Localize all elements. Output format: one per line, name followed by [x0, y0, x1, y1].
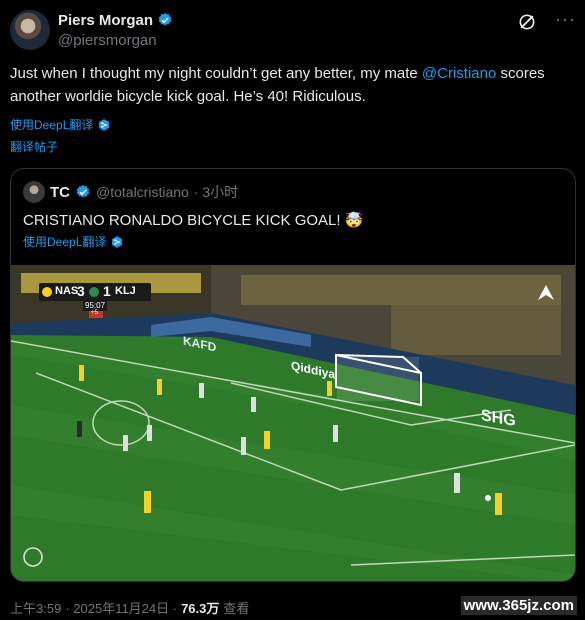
- added-time: +5: [91, 310, 98, 316]
- score-away-team: KLJ: [115, 285, 136, 297]
- author-avatar[interactable]: [10, 10, 50, 50]
- quote-deepl-translate-link[interactable]: 使用DeepL翻译: [23, 233, 124, 250]
- score-away: 1: [103, 283, 111, 299]
- deepl-icon: [99, 118, 110, 131]
- post-text-before: Just when I thought my night couldn’t ge…: [10, 65, 422, 82]
- translate-post-link[interactable]: 翻译帖子: [10, 138, 58, 155]
- post-footer: 上午3:59 · 2025年11月24日 · 76.3万 查看: [10, 598, 249, 617]
- score-home-team: NAS: [55, 285, 79, 297]
- mention-link[interactable]: @Cristiano: [422, 65, 496, 82]
- quoted-post[interactable]: TC @totalcristiano · 3小时 CRISTIANO RONAL…: [10, 168, 576, 582]
- deepl-icon: [112, 235, 123, 248]
- views-label: 查看: [223, 601, 250, 616]
- more-options-icon[interactable]: ···: [555, 10, 575, 32]
- watermark: www.365jz.com: [460, 596, 577, 615]
- match-clock: 95:07: [85, 301, 106, 310]
- quote-avatar: [23, 181, 45, 203]
- video-player[interactable]: NAS 3 1 KLJ 95:07 +5 KAFD Qiddiya SHG: [11, 265, 575, 581]
- post-text: Just when I thought my night couldn’t ge…: [10, 62, 575, 108]
- post-header: Piers Morgan @piersmorgan ···: [10, 8, 575, 52]
- views-count: 76.3万: [181, 601, 220, 616]
- author-block: Piers Morgan @piersmorgan: [58, 10, 173, 49]
- quote-header: TC @totalcristiano · 3小时: [23, 181, 238, 203]
- author-handle[interactable]: @piersmorgan: [58, 32, 173, 49]
- score-home: 3: [77, 283, 85, 299]
- post-date[interactable]: · 2025年11月24日 ·: [65, 598, 177, 617]
- quote-time: · 3小时: [193, 184, 239, 200]
- quote-deepl-translate-label: 使用DeepL翻译: [23, 235, 107, 249]
- author-name-row: Piers Morgan: [58, 10, 173, 30]
- deepl-translate-link[interactable]: 使用DeepL翻译: [10, 116, 111, 133]
- author-name[interactable]: Piers Morgan: [58, 12, 153, 29]
- deepl-translate-label: 使用DeepL翻译: [10, 118, 94, 132]
- verified-badge-icon: [76, 185, 90, 198]
- post-time[interactable]: 上午3:59: [10, 598, 61, 617]
- quote-author-name: TC: [50, 183, 70, 201]
- quote-author-handle: @totalcristiano: [96, 184, 189, 200]
- grok-icon[interactable]: [517, 12, 537, 32]
- verified-badge-icon: [158, 13, 172, 26]
- quote-text: CRISTIANO RONALDO BICYCLE KICK GOAL! 🤯: [23, 212, 364, 229]
